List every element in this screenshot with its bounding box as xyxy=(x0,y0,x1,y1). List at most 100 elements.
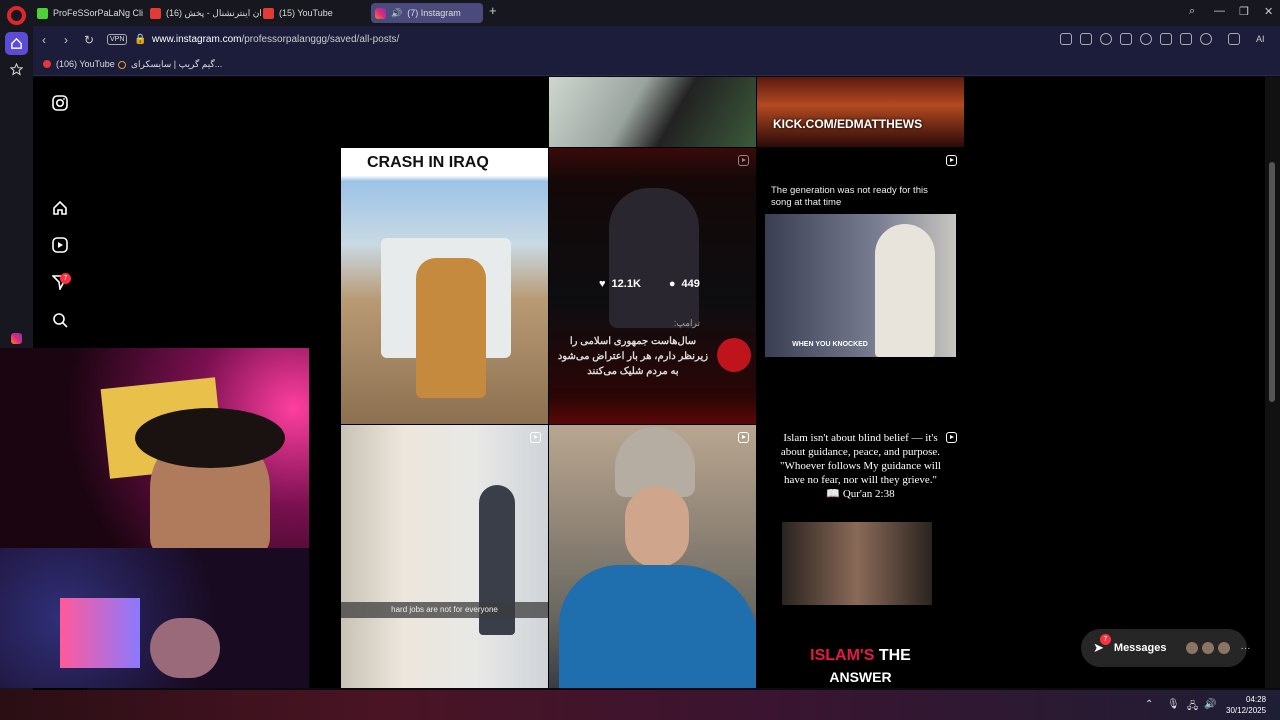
forward-icon[interactable]: › xyxy=(64,33,68,47)
volume-icon[interactable]: 🔊 xyxy=(1204,699,1216,710)
direct-send-icon: ➤ 7 xyxy=(1093,634,1111,656)
reel-icon xyxy=(530,155,541,166)
youtube-icon xyxy=(263,7,274,19)
tab-iran-international[interactable]: (16) ایران اینترنشنال - پخش xyxy=(146,3,261,23)
bookmark-label: (106) YouTube xyxy=(56,59,115,69)
messages-badge: 7 xyxy=(1100,634,1111,645)
face-image xyxy=(625,487,689,567)
camera-icon[interactable] xyxy=(1080,33,1092,45)
post-tile-trump[interactable]: ♥ 12.1K ● 449 ترامپ: سال‌هاست جمهوری اسل… xyxy=(549,148,756,424)
extensions-icon[interactable] xyxy=(1228,33,1240,45)
keyboard-image xyxy=(60,598,140,668)
scroll-thumb[interactable] xyxy=(1269,162,1275,402)
person-image xyxy=(150,618,220,678)
reel-icon xyxy=(738,155,749,166)
quote-line: about guidance, peace, and purpose. xyxy=(780,446,941,458)
ai-button[interactable]: AI xyxy=(1256,34,1265,44)
kick-icon xyxy=(37,7,48,19)
lock-icon[interactable]: 🔒 xyxy=(134,34,146,45)
comment-icon: ● xyxy=(668,278,676,290)
chevron-up-icon[interactable]: ⌃ xyxy=(1145,699,1153,710)
post-tile[interactable] xyxy=(341,77,548,147)
person-image xyxy=(416,258,486,398)
quote-line: have no fear, nor will they grieve." xyxy=(783,474,938,486)
youtube-icon xyxy=(43,60,51,68)
tab-kick[interactable]: ProFeSSorPaLaNg Clips - xyxy=(33,3,143,23)
instagram-logo-icon[interactable] xyxy=(50,93,70,113)
vpn-badge[interactable]: VPN xyxy=(107,34,128,45)
reels-icon[interactable] xyxy=(50,235,70,255)
tab-label: (16) ایران اینترنشنال - پخش xyxy=(166,7,261,18)
url-path: /professorpalanggg/saved/all-posts/ xyxy=(241,34,400,45)
tab-label: (15) YouTube xyxy=(279,8,333,18)
close-icon[interactable]: ✕ xyxy=(1264,5,1273,18)
islam-quote: Islam isn't about blind belief — it's ab… xyxy=(757,431,964,501)
post-tile-kick[interactable]: KICK.COM/EDMATTHEWS xyxy=(757,77,964,147)
tab-bar: ProFeSSorPaLaNg Clips - (16) ایران اینتر… xyxy=(33,0,1280,26)
account-icon[interactable] xyxy=(1200,33,1212,45)
youtube-icon xyxy=(150,7,161,19)
post-tile-mrbean[interactable] xyxy=(549,425,756,688)
restore-icon[interactable]: ❐ xyxy=(1239,5,1249,18)
star-icon[interactable] xyxy=(5,58,28,81)
tab-youtube[interactable]: (15) YouTube xyxy=(259,3,369,23)
farsi-line-2: زیرنظر دارم، هر بار اعتراض می‌شود xyxy=(557,351,709,362)
search-tabs-icon[interactable]: ⌕ xyxy=(1189,5,1195,18)
play-icon[interactable] xyxy=(1120,33,1132,45)
network-icon[interactable]: 🖧 xyxy=(1187,699,1198,716)
tab-instagram[interactable]: 🔊 (7) Instagram xyxy=(371,3,483,23)
new-tab-icon[interactable]: + xyxy=(489,3,497,18)
farsi-line-1: سال‌هاست جمهوری اسلامی را xyxy=(569,336,697,347)
address-bar: ‹ › ↻ VPN 🔒 www.instagram.com/professorp… xyxy=(33,26,1280,54)
kick-banner-text: KICK.COM/EDMATTHEWS xyxy=(773,117,923,131)
more-icon: ··· xyxy=(1240,642,1251,654)
home-icon[interactable] xyxy=(5,32,28,55)
avatar xyxy=(1216,641,1231,655)
singer-image: WHEN YOU KNOCKED xyxy=(765,214,956,357)
channel-logo xyxy=(717,338,751,372)
shield-icon[interactable] xyxy=(1100,33,1112,45)
jacket-image xyxy=(559,565,756,688)
person-image xyxy=(875,224,935,357)
system-clock[interactable]: 04:28 30/12/2025 xyxy=(1226,694,1266,716)
iraq-caption: CRASH IN IRAQ xyxy=(367,154,489,171)
home-icon[interactable] xyxy=(50,198,70,218)
notification-badge: 7 xyxy=(60,273,71,284)
minimize-icon[interactable]: — xyxy=(1214,5,1225,17)
post-tile[interactable] xyxy=(549,77,756,147)
reel-icon xyxy=(946,432,957,443)
edit-icon[interactable] xyxy=(1060,33,1072,45)
opera-logo-icon[interactable] xyxy=(7,6,26,25)
instagram-rail-icon[interactable] xyxy=(5,327,28,350)
messages-button[interactable]: ➤ 7 Messages ··· xyxy=(1081,629,1251,667)
download-icon[interactable] xyxy=(1160,33,1172,45)
post-tile-song[interactable]: The generation was not ready for this so… xyxy=(757,148,964,424)
actor-image xyxy=(782,522,932,605)
comments-count: 449 xyxy=(681,278,700,290)
post-tile-jobs[interactable]: hard jobs are not for everyone xyxy=(341,425,548,688)
site-icon xyxy=(118,60,126,69)
quote-line: 📖 Qur'an 2:38 xyxy=(826,488,895,500)
webcam-desk xyxy=(0,548,309,688)
reload-icon[interactable]: ↻ xyxy=(84,33,94,47)
reel-icon xyxy=(738,432,749,443)
post-tile-iraq[interactable]: CRASH IN IRAQ xyxy=(341,148,548,424)
bookmark-youtube[interactable]: (106) YouTube xyxy=(43,59,115,69)
islam-answer-red: ISLAM'S xyxy=(810,647,875,664)
clock-date: 30/12/2025 xyxy=(1226,706,1267,715)
back-icon[interactable]: ‹ xyxy=(42,33,46,47)
post-tile-islam[interactable]: Islam isn't about blind belief — it's ab… xyxy=(757,425,964,688)
avatar xyxy=(1184,641,1199,655)
quote-line: "Whoever follows My guidance will xyxy=(780,460,941,472)
url-field[interactable]: www.instagram.com/professorpalanggg/save… xyxy=(152,34,399,45)
menu-icon[interactable] xyxy=(1180,33,1192,45)
bookmarks-bar: (106) YouTube گیم گریپ | سایسکرای... xyxy=(33,54,1280,76)
heart-icon[interactable] xyxy=(1140,33,1152,45)
messages-label: Messages xyxy=(1113,642,1167,654)
scrollbar[interactable] xyxy=(1265,77,1280,688)
tab-label: ProFeSSorPaLaNg Clips - xyxy=(53,8,143,18)
search-icon[interactable] xyxy=(50,310,70,330)
bookmark-game-grip[interactable]: گیم گریپ | سایسکرای... xyxy=(118,59,222,70)
microphone-icon[interactable]: 🎙 xyxy=(1167,699,1180,710)
jobs-subtitle: hard jobs are not for everyone xyxy=(341,602,548,618)
